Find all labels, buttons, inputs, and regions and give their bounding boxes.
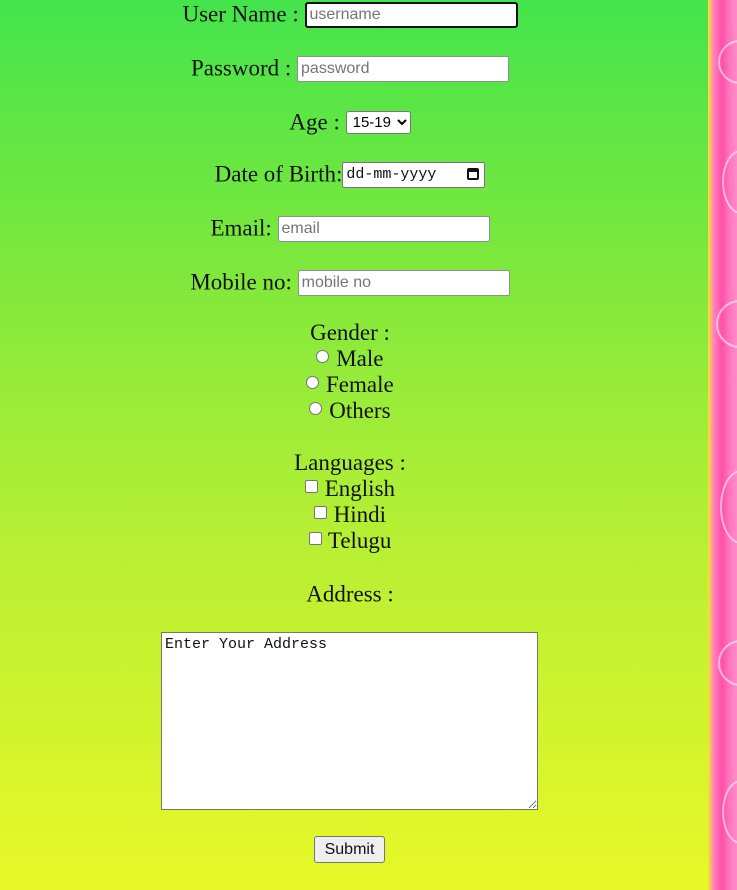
language-option-english[interactable]: English — [0, 476, 700, 502]
form-page: User Name : Password : Age : 15-19 Date … — [0, 0, 708, 890]
radio-male[interactable] — [316, 350, 330, 363]
mobile-input[interactable] — [297, 269, 510, 296]
dob-date-input[interactable]: dd-mm-yyyy — [342, 161, 486, 188]
gender-option-label: Female — [326, 372, 394, 397]
language-option-label: English — [324, 476, 396, 501]
languages-label: Languages : — [294, 450, 406, 475]
checkbox-english[interactable] — [304, 480, 318, 493]
radio-others[interactable] — [309, 402, 323, 415]
password-row: Password : — [0, 54, 700, 82]
email-row: Email: — [0, 214, 700, 242]
username-label: User Name : — [182, 1, 299, 27]
swirl-decoration — [720, 470, 737, 544]
language-option-label: Telugu — [327, 528, 392, 553]
languages-group: Languages : English Hindi Telugu — [0, 450, 700, 554]
language-option-hindi[interactable]: Hindi — [0, 502, 700, 528]
swirl-decoration — [722, 780, 737, 844]
radio-female[interactable] — [306, 376, 320, 389]
address-row: Address : — [0, 580, 700, 608]
swirl-decoration — [718, 640, 737, 686]
address-label: Address : — [306, 581, 394, 607]
decorative-side-strip — [708, 0, 737, 890]
gender-option-label: Male — [336, 346, 384, 371]
mobile-row: Mobile no: — [0, 268, 700, 296]
language-option-telugu[interactable]: Telugu — [0, 528, 700, 554]
gender-option-male[interactable]: Male — [0, 346, 700, 372]
mobile-label: Mobile no: — [190, 269, 292, 295]
username-input[interactable] — [304, 1, 518, 28]
checkbox-hindi[interactable] — [313, 506, 327, 519]
gender-group: Gender : Male Female Others — [0, 320, 700, 424]
dob-row: Date of Birth: dd-mm-yyyy — [0, 160, 700, 188]
age-label: Age : — [289, 109, 340, 135]
address-textarea[interactable]: Enter Your Address — [161, 632, 538, 810]
language-option-label: Hindi — [333, 502, 387, 527]
password-input[interactable] — [297, 55, 510, 82]
checkbox-telugu[interactable] — [308, 532, 322, 545]
swirl-decoration — [718, 40, 737, 84]
email-input[interactable] — [277, 215, 490, 242]
swirl-decoration — [716, 300, 737, 348]
gender-label: Gender : — [310, 320, 390, 345]
gender-option-label: Others — [329, 398, 391, 423]
gender-option-female[interactable]: Female — [0, 372, 700, 398]
age-row: Age : 15-19 — [0, 108, 700, 136]
age-select[interactable]: 15-19 — [345, 111, 411, 135]
gender-option-others[interactable]: Others — [0, 398, 700, 424]
swirl-decoration — [722, 150, 737, 214]
calendar-icon[interactable] — [467, 167, 480, 180]
submit-button[interactable]: Submit — [314, 836, 385, 863]
email-label: Email: — [210, 215, 272, 241]
username-row: User Name : — [0, 0, 700, 28]
dob-label: Date of Birth: — [214, 161, 343, 187]
password-label: Password : — [190, 55, 292, 81]
dob-placeholder: dd-mm-yyyy — [346, 165, 437, 183]
